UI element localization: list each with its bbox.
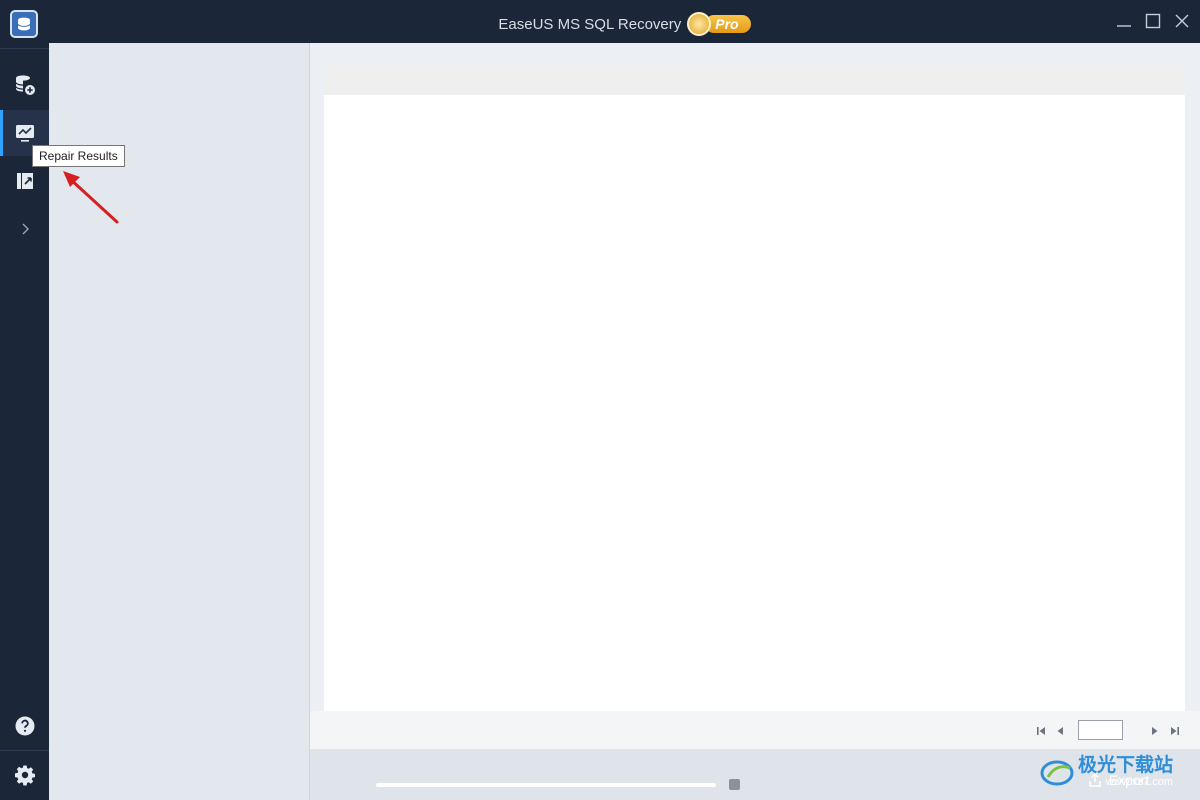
first-page-button[interactable] [1034,724,1048,738]
pro-edition-badge: Pro [687,12,751,36]
rail-button-add-database[interactable] [0,62,49,108]
first-page-icon [1037,727,1045,735]
pro-label: Pro [705,15,751,33]
main-content: Export [310,43,1200,800]
page-number-input[interactable] [1078,720,1123,740]
chevron-right-icon [22,223,29,235]
window-title: EaseUS MS SQL Recovery Pro [49,12,1200,36]
close-button[interactable] [1171,10,1193,32]
help-icon [15,716,34,736]
navigation-rail [0,0,49,800]
title-bar: EaseUS MS SQL Recovery Pro [49,0,1200,43]
annotation-arrow-icon [63,171,119,224]
next-page-button[interactable] [1148,724,1162,738]
export-log-icon [16,173,33,189]
last-page-button[interactable] [1168,724,1182,738]
minimize-icon [1117,25,1131,27]
rail-separator [0,48,49,49]
app-logo [10,10,38,38]
rail-separator [0,750,49,751]
previous-page-icon [1057,727,1063,735]
watermark-url: www.xz7.com [1105,776,1174,788]
stop-button[interactable] [729,779,740,790]
pager-bar [310,711,1200,749]
maximize-button[interactable] [1142,10,1164,32]
database-add-icon [14,75,35,95]
app-title: EaseUS MS SQL Recovery [498,15,682,33]
previous-page-button[interactable] [1053,724,1067,738]
watermark: 极光下载站 www.xz7.com [1040,748,1196,796]
watermark-logo-icon [1040,760,1074,786]
rail-button-help[interactable] [0,703,49,749]
database-logo-icon [17,17,31,31]
repair-results-icon [15,125,34,142]
watermark-brand: 极光下载站 [1078,754,1174,776]
medal-icon [687,12,712,36]
close-icon [1175,14,1189,28]
rail-button-settings[interactable] [0,752,49,798]
last-page-icon [1171,727,1179,735]
results-table-header [324,65,1185,95]
next-page-icon [1152,727,1158,735]
maximize-icon [1145,13,1161,29]
minimize-button[interactable] [1113,10,1135,32]
rail-button-expand[interactable] [0,206,49,252]
progress-bar [376,783,716,787]
results-panel [324,65,1185,711]
settings-icon [14,765,35,786]
